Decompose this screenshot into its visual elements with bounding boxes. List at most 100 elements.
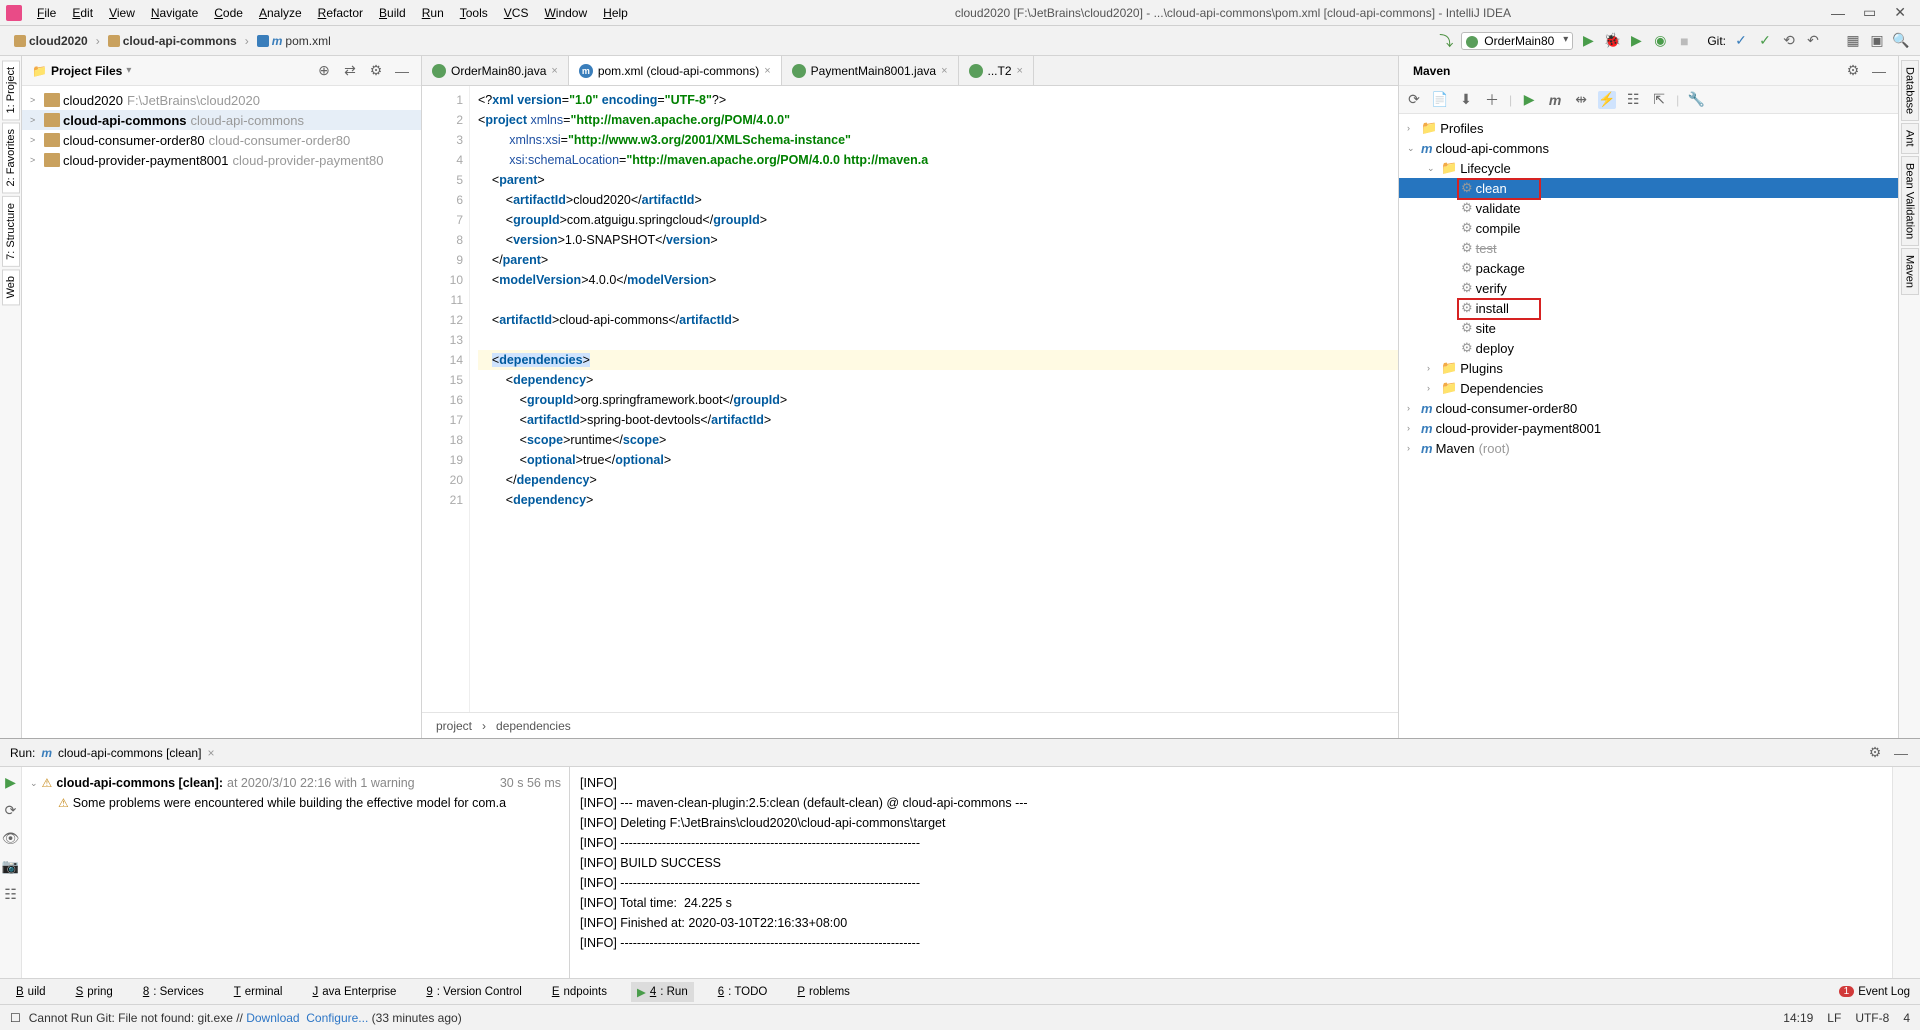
- maven-goal-compile[interactable]: ⚙compile: [1399, 218, 1898, 238]
- maven-goal-validate[interactable]: ⚙validate: [1399, 198, 1898, 218]
- maven-tree[interactable]: ›📁Profiles⌄mcloud-api-commons⌄📁Lifecycle…: [1399, 114, 1898, 738]
- project-tree[interactable]: >cloud2020F:\JetBrains\cloud2020>cloud-a…: [22, 86, 421, 174]
- git-history-icon[interactable]: ⟲: [1780, 32, 1798, 50]
- project-tree-item[interactable]: >cloud-consumer-order80cloud-consumer-or…: [22, 130, 421, 150]
- close-tab-icon[interactable]: ×: [551, 65, 557, 77]
- maven-node-cloud-consumer-order80[interactable]: ›mcloud-consumer-order80: [1399, 398, 1898, 418]
- breadcrumb-item[interactable]: cloud-api-commons: [104, 32, 241, 50]
- chevron-down-icon[interactable]: ▾: [126, 65, 131, 76]
- line-separator[interactable]: LF: [1827, 1011, 1841, 1025]
- debug-icon[interactable]: 🐞: [1603, 32, 1621, 50]
- hide-panel-icon[interactable]: —: [1870, 62, 1888, 80]
- run-build-tree[interactable]: ⌄ ⚠ cloud-api-commons [clean]: at 2020/3…: [22, 767, 570, 978]
- bottom-tab-8-services[interactable]: 8: Services: [137, 983, 210, 1001]
- bottom-tab-endpoints[interactable]: Endpoints: [546, 983, 613, 1001]
- run-config-selector[interactable]: OrderMain80: [1461, 32, 1573, 50]
- right-tab-ant[interactable]: Ant: [1901, 123, 1919, 154]
- download-icon[interactable]: ⬇: [1457, 91, 1475, 109]
- bottom-tab-java-enterprise[interactable]: Java Enterprise: [306, 983, 402, 1001]
- menu-view[interactable]: View: [102, 3, 142, 23]
- maven-node-profiles[interactable]: ›📁Profiles: [1399, 118, 1898, 138]
- coverage-icon[interactable]: ▶: [1627, 32, 1645, 50]
- camera-icon[interactable]: 📷: [2, 857, 20, 875]
- bottom-tab-terminal[interactable]: Terminal: [228, 983, 289, 1001]
- indent-info[interactable]: 4: [1903, 1011, 1910, 1025]
- download-link[interactable]: Download: [246, 1011, 299, 1025]
- maven-node-dependencies[interactable]: ›📁Dependencies: [1399, 378, 1898, 398]
- project-tree-item[interactable]: >cloud2020F:\JetBrains\cloud2020: [22, 90, 421, 110]
- breadcrumb-item[interactable]: cloud2020: [10, 32, 92, 50]
- expand-all-icon[interactable]: ⇄: [341, 62, 359, 80]
- editor-tab[interactable]: mpom.xml (cloud-api-commons)×: [569, 56, 782, 85]
- menu-analyze[interactable]: Analyze: [252, 3, 309, 23]
- menu-tools[interactable]: Tools: [453, 3, 495, 23]
- generate-sources-icon[interactable]: 📄: [1431, 91, 1449, 109]
- search-everywhere-icon[interactable]: 🔍: [1892, 32, 1910, 50]
- menu-help[interactable]: Help: [596, 3, 635, 23]
- menu-code[interactable]: Code: [207, 3, 250, 23]
- maven-node-plugins[interactable]: ›📁Plugins: [1399, 358, 1898, 378]
- editor-tab[interactable]: PaymentMain8001.java×: [782, 56, 959, 85]
- close-icon[interactable]: ✕: [1894, 4, 1906, 21]
- project-structure-icon[interactable]: ▦: [1844, 32, 1862, 50]
- event-log-tab[interactable]: Event Log: [1858, 986, 1910, 998]
- maven-goal-site[interactable]: ⚙site: [1399, 318, 1898, 338]
- run-console[interactable]: [INFO][INFO] --- maven-clean-plugin:2.5:…: [570, 767, 1892, 978]
- right-tab-database[interactable]: Database: [1901, 60, 1919, 121]
- gear-icon[interactable]: ⚙: [367, 62, 385, 80]
- bottom-tab-6-todo[interactable]: 6: TODO: [712, 983, 774, 1001]
- left-tab-2-favorites[interactable]: 2: Favorites: [2, 122, 20, 193]
- maven-node-maven[interactable]: ›mMaven(root): [1399, 438, 1898, 458]
- hide-panel-icon[interactable]: —: [1892, 744, 1910, 762]
- maven-goal-package[interactable]: ⚙package: [1399, 258, 1898, 278]
- right-tab-maven[interactable]: Maven: [1901, 248, 1919, 295]
- profiler-icon[interactable]: ◉: [1651, 32, 1669, 50]
- menu-edit[interactable]: Edit: [65, 3, 100, 23]
- wrench-icon[interactable]: 🔧: [1687, 91, 1705, 109]
- right-tab-bean-validation[interactable]: Bean Validation: [1901, 156, 1919, 246]
- run-maven-icon[interactable]: ▶: [1520, 91, 1538, 109]
- left-tab-web[interactable]: Web: [2, 269, 20, 305]
- minimize-icon[interactable]: —: [1831, 5, 1845, 21]
- project-tree-item[interactable]: >cloud-provider-payment8001cloud-provide…: [22, 150, 421, 170]
- file-encoding[interactable]: UTF-8: [1855, 1011, 1889, 1025]
- show-deps-icon[interactable]: ☷: [1624, 91, 1642, 109]
- maven-goal-clean[interactable]: ⚙clean: [1399, 178, 1898, 198]
- maven-goal-verify[interactable]: ⚙verify: [1399, 278, 1898, 298]
- maven-goal-deploy[interactable]: ⚙deploy: [1399, 338, 1898, 358]
- menu-refactor[interactable]: Refactor: [311, 3, 370, 23]
- reimport-icon[interactable]: ⟳: [1405, 91, 1423, 109]
- collapse-icon[interactable]: ⌄: [30, 778, 38, 789]
- editor-tab[interactable]: ...T2×: [959, 56, 1034, 85]
- git-commit-icon[interactable]: ✓: [1756, 32, 1774, 50]
- collapse-all-icon[interactable]: ⇱: [1650, 91, 1668, 109]
- hide-panel-icon[interactable]: —: [393, 62, 411, 80]
- project-panel-title[interactable]: Project Files: [51, 64, 122, 78]
- toggle-view-icon[interactable]: 👁: [2, 829, 20, 847]
- maven-node-lifecycle[interactable]: ⌄📁Lifecycle: [1399, 158, 1898, 178]
- toggle-offline-icon[interactable]: ⇹: [1572, 91, 1590, 109]
- maven-goal-install[interactable]: ⚙install: [1399, 298, 1898, 318]
- close-tab-icon[interactable]: ×: [1017, 65, 1023, 77]
- locate-icon[interactable]: ⊕: [315, 62, 333, 80]
- toggle-skip-tests-icon[interactable]: ⚡: [1598, 91, 1616, 109]
- bottom-tab-4-run[interactable]: ▶ 4: Run: [631, 982, 694, 1002]
- stop-icon[interactable]: ■: [1675, 32, 1693, 50]
- menu-window[interactable]: Window: [537, 3, 594, 23]
- left-tab-1-project[interactable]: 1: Project: [2, 60, 20, 120]
- menu-vcs[interactable]: VCS: [497, 3, 536, 23]
- maven-node-cloud-provider-payment8001[interactable]: ›mcloud-provider-payment8001: [1399, 418, 1898, 438]
- crumb-dependencies[interactable]: dependencies: [496, 719, 571, 733]
- crumb-project[interactable]: project: [436, 719, 472, 733]
- editor-tab[interactable]: OrderMain80.java×: [422, 56, 569, 85]
- bottom-tab-problems[interactable]: Problems: [791, 983, 856, 1001]
- maven-node-cloud-api-commons[interactable]: ⌄mcloud-api-commons: [1399, 138, 1898, 158]
- status-icon[interactable]: ☐: [10, 1011, 21, 1025]
- menu-build[interactable]: Build: [372, 3, 413, 23]
- rerun-failed-icon[interactable]: ⟳: [2, 801, 20, 819]
- close-tab-icon[interactable]: ×: [207, 746, 214, 760]
- git-update-icon[interactable]: ✓: [1732, 32, 1750, 50]
- editor-code[interactable]: <?xml version="1.0" encoding="UTF-8"?><p…: [470, 86, 1398, 712]
- rerun-icon[interactable]: ▶: [2, 773, 20, 791]
- breadcrumb-item[interactable]: m pom.xml: [253, 32, 335, 50]
